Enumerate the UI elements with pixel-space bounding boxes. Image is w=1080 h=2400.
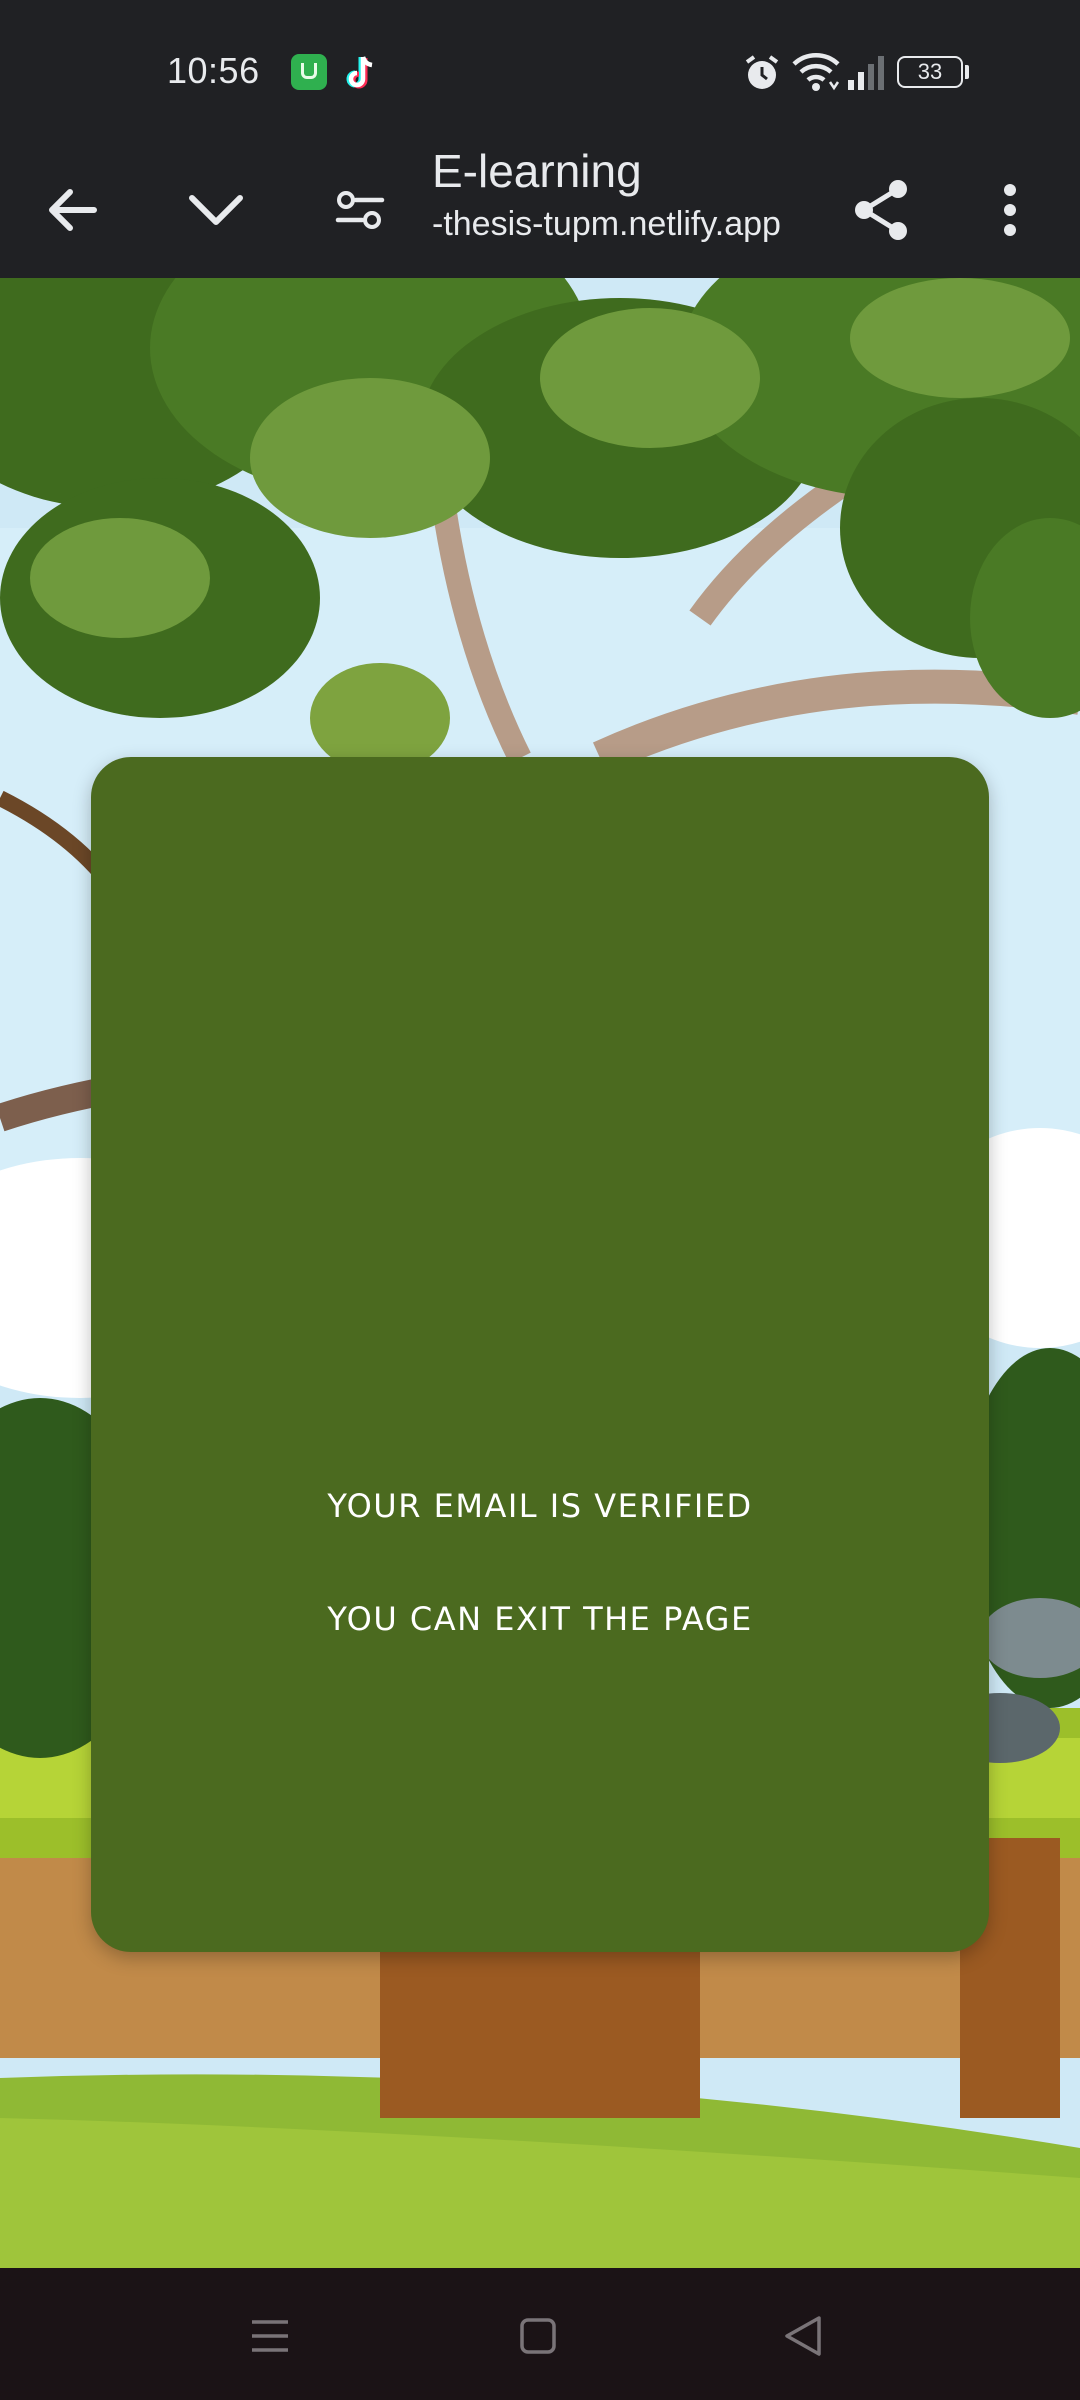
site-settings-button[interactable] <box>310 160 410 260</box>
back-button[interactable] <box>22 160 122 260</box>
menu-icon <box>252 2320 288 2352</box>
verified-message: YOUR EMAIL IS VERIFIED <box>327 1487 753 1525</box>
chevron-down-icon <box>189 195 243 225</box>
home-button[interactable] <box>498 2296 578 2376</box>
share-button[interactable] <box>832 160 932 260</box>
wifi-icon <box>792 52 840 97</box>
page-title: E-learning <box>432 145 642 197</box>
alarm-icon <box>743 54 781 97</box>
tiktok-icon <box>343 54 379 90</box>
exit-instruction: YOU CAN EXIT THE PAGE <box>327 1600 753 1638</box>
back-nav-button[interactable] <box>763 2296 843 2376</box>
page-url[interactable]: -thesis-tupm.netlify.app <box>432 205 781 244</box>
recents-button[interactable] <box>230 2296 310 2376</box>
battery-level: 33 <box>917 59 943 84</box>
more-vert-icon <box>1004 184 1016 236</box>
verification-card: YOUR EMAIL IS VERIFIED YOU CAN EXIT THE … <box>91 757 989 1952</box>
status-time: 10:56 <box>167 50 260 91</box>
share-icon <box>855 180 907 240</box>
app-store-icon <box>291 54 327 90</box>
battery-icon: 33 <box>897 56 963 88</box>
status-bar: 10:56 33 <box>0 0 1080 140</box>
system-nav-bar <box>0 2268 1080 2400</box>
home-square-icon <box>520 2318 556 2354</box>
back-arrow-icon <box>49 189 97 231</box>
back-triangle-icon <box>785 2316 821 2356</box>
minimize-button[interactable] <box>166 160 266 260</box>
more-options-button[interactable] <box>960 160 1060 260</box>
tune-icon <box>335 191 385 229</box>
web-content: YOUR EMAIL IS VERIFIED YOU CAN EXIT THE … <box>0 278 1080 2268</box>
signal-icon <box>846 56 884 95</box>
browser-toolbar: E-learning -thesis-tupm.netlify.app <box>0 140 1080 278</box>
